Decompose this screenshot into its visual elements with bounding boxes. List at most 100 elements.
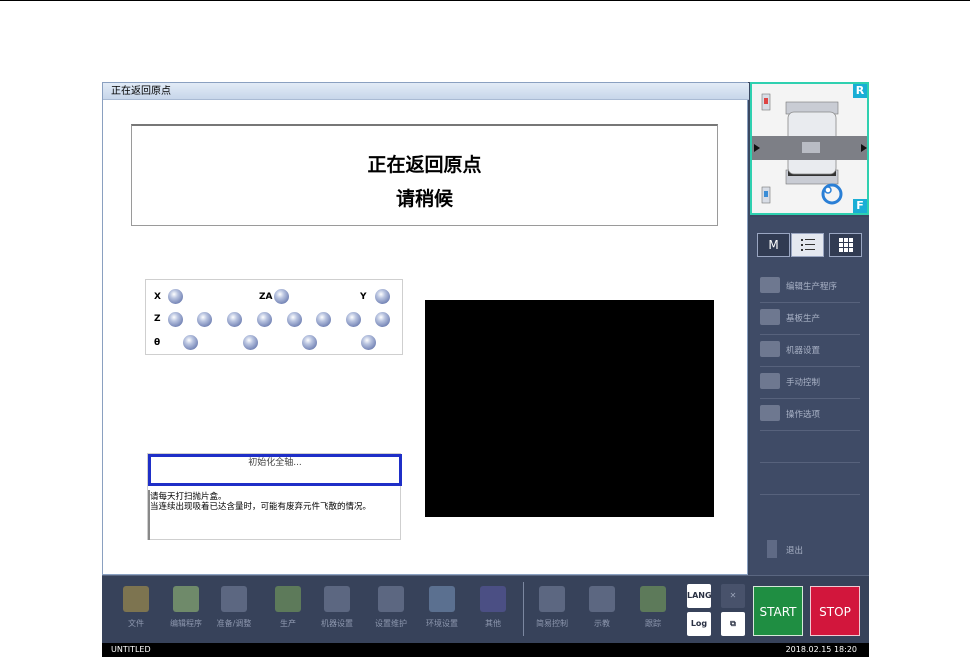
axis-z8-indicator bbox=[375, 312, 390, 327]
simple-control-icon bbox=[539, 586, 565, 612]
toolbar-prepare-button[interactable]: 准备/调整 bbox=[211, 582, 257, 640]
machine-settings-icon bbox=[760, 341, 780, 357]
message-line-2: 请稍候 bbox=[395, 188, 453, 210]
top-border bbox=[0, 0, 970, 1]
axis-status-panel: X ZA Y Z θ bbox=[145, 279, 403, 355]
log-button[interactable]: Log bbox=[687, 612, 711, 636]
status-box: 初始化全轴... 请每天打扫抛片盒。 当连续出现吸着已达含量时，可能有废弃元件飞… bbox=[147, 453, 402, 540]
message-line-1: 正在返回原点 bbox=[367, 154, 482, 176]
toolbar-edit-label: 编辑程序 bbox=[170, 619, 202, 628]
menu-production-label: 基板生产 bbox=[786, 314, 821, 324]
current-status: 初始化全轴... bbox=[148, 454, 402, 486]
stop-button[interactable]: STOP bbox=[810, 586, 860, 636]
toolbar-simple-control-label: 简易控制 bbox=[536, 619, 568, 628]
axis-x-indicator bbox=[168, 289, 183, 304]
screen-copy-icon: ⧉ bbox=[730, 619, 736, 628]
edit-icon bbox=[173, 586, 199, 612]
menu-machine-settings[interactable]: 机器设置 bbox=[760, 335, 860, 367]
toolbar-environment-button[interactable]: 环境设置 bbox=[419, 582, 465, 640]
axis-z5-indicator bbox=[287, 312, 302, 327]
log-icon: Log bbox=[690, 619, 708, 628]
axis-z1-indicator bbox=[168, 312, 183, 327]
trace-icon bbox=[640, 586, 666, 612]
maintenance-icon bbox=[378, 586, 404, 612]
toolbar-prepare-label: 准备/调整 bbox=[216, 619, 252, 628]
exit-icon bbox=[767, 540, 777, 558]
folder-icon bbox=[123, 586, 149, 612]
axis-label-x: X bbox=[154, 292, 161, 302]
axis-label-y: Y bbox=[360, 292, 367, 302]
toolbar-machine-label: 机器设置 bbox=[321, 619, 353, 628]
toolbar-trace-label: 跟踪 bbox=[645, 619, 661, 628]
file-name: UNTITLED bbox=[111, 645, 151, 654]
grid-mode-button[interactable] bbox=[829, 233, 862, 257]
options-icon bbox=[760, 405, 780, 421]
toolbar-other-label: 其他 bbox=[485, 619, 501, 628]
axis-y-indicator bbox=[375, 289, 390, 304]
toolbar-edit-button[interactable]: 编辑程序 bbox=[163, 582, 209, 640]
production-icon bbox=[760, 309, 780, 325]
teach-icon bbox=[589, 586, 615, 612]
toolbar-other-button[interactable]: 其他 bbox=[470, 582, 516, 640]
menu-empty-2 bbox=[760, 463, 860, 495]
axis-z4-indicator bbox=[257, 312, 272, 327]
list-mode-icon bbox=[801, 239, 815, 251]
axis-label-theta: θ bbox=[154, 338, 161, 348]
tool-disabled-icon: ✕ bbox=[729, 591, 737, 600]
axis-theta4-indicator bbox=[361, 335, 376, 350]
message-box: 正在返回原点 请稍候 bbox=[131, 124, 718, 226]
menu-production[interactable]: 基板生产 bbox=[760, 303, 860, 335]
toolbar-simple-control-button[interactable]: 简易控制 bbox=[529, 582, 575, 640]
menu-options[interactable]: 操作选项 bbox=[760, 399, 860, 431]
toolbar-trace-button[interactable]: 跟踪 bbox=[630, 582, 676, 640]
axis-theta1-indicator bbox=[183, 335, 198, 350]
start-button[interactable]: START bbox=[753, 586, 803, 636]
edit-program-icon bbox=[760, 277, 780, 293]
date-time: 2018.02.15 18:20 bbox=[785, 645, 857, 654]
exit-button[interactable]: 退出 bbox=[760, 538, 860, 562]
machine-diagram: R F bbox=[750, 82, 869, 215]
screen-copy-button[interactable]: ⧉ bbox=[721, 612, 745, 636]
menu-edit-program-label: 编辑生产程序 bbox=[786, 282, 838, 292]
bottom-toolbar: 文件 编辑程序 准备/调整 生产 机器设置 设置维护 环境设置 其他 简易控制 … bbox=[102, 575, 869, 644]
axis-theta3-indicator bbox=[302, 335, 317, 350]
prepare-icon bbox=[221, 586, 247, 612]
menu-manual-control[interactable]: 手动控制 bbox=[760, 367, 860, 399]
axis-za-indicator bbox=[274, 289, 289, 304]
app-window: 正在返回原点 正在返回原点 请稍候 X ZA Y Z θ 初始化全轴... 请每… bbox=[102, 82, 869, 657]
menu-empty-1 bbox=[760, 431, 860, 463]
toolbar-teach-label: 示教 bbox=[594, 619, 610, 628]
exit-label: 退出 bbox=[786, 546, 804, 556]
toolbar-file-button[interactable]: 文件 bbox=[113, 582, 159, 640]
axis-z7-indicator bbox=[346, 312, 361, 327]
axis-label-z: Z bbox=[154, 314, 161, 324]
toolbar-file-label: 文件 bbox=[128, 619, 144, 628]
toolbar-maintenance-button[interactable]: 设置维护 bbox=[368, 582, 414, 640]
right-sidebar: M 编辑生产程序 基板生产 机器设置 手动控制 操作选项 退出 bbox=[750, 217, 869, 575]
list-mode-button[interactable] bbox=[791, 233, 824, 257]
status-log: 请每天打扫抛片盒。 当连续出现吸着已达含量时，可能有废弃元件飞散的情况。 bbox=[150, 492, 372, 512]
homing-dialog: 正在返回原点 正在返回原点 请稍候 X ZA Y Z θ 初始化全轴... 请每… bbox=[102, 82, 749, 575]
camera-view bbox=[425, 300, 714, 517]
toolbar-teach-button[interactable]: 示教 bbox=[579, 582, 625, 640]
toolbar-maintenance-label: 设置维护 bbox=[375, 619, 407, 628]
axis-z2-indicator bbox=[197, 312, 212, 327]
dialog-title: 正在返回原点 bbox=[103, 83, 749, 100]
menu-edit-program[interactable]: 编辑生产程序 bbox=[760, 271, 860, 303]
book-icon bbox=[480, 586, 506, 612]
menu-machine-settings-label: 机器设置 bbox=[786, 346, 821, 356]
production-icon bbox=[275, 586, 301, 612]
axis-z6-indicator bbox=[316, 312, 331, 327]
front-tag: F bbox=[853, 199, 867, 213]
toolbar-machine-button[interactable]: 机器设置 bbox=[314, 582, 360, 640]
toolbar-separator bbox=[523, 582, 524, 636]
toolbar-environment-label: 环境设置 bbox=[426, 619, 458, 628]
language-button[interactable]: LANG bbox=[687, 584, 712, 608]
manual-mode-button[interactable]: M bbox=[757, 233, 790, 257]
axis-z3-indicator bbox=[227, 312, 242, 327]
disabled-tool-button[interactable]: ✕ bbox=[721, 584, 745, 608]
toolbar-production-label: 生产 bbox=[280, 619, 296, 628]
toolbar-production-button[interactable]: 生产 bbox=[265, 582, 311, 640]
machine-icon bbox=[324, 586, 350, 612]
language-icon: LANG bbox=[687, 591, 712, 600]
